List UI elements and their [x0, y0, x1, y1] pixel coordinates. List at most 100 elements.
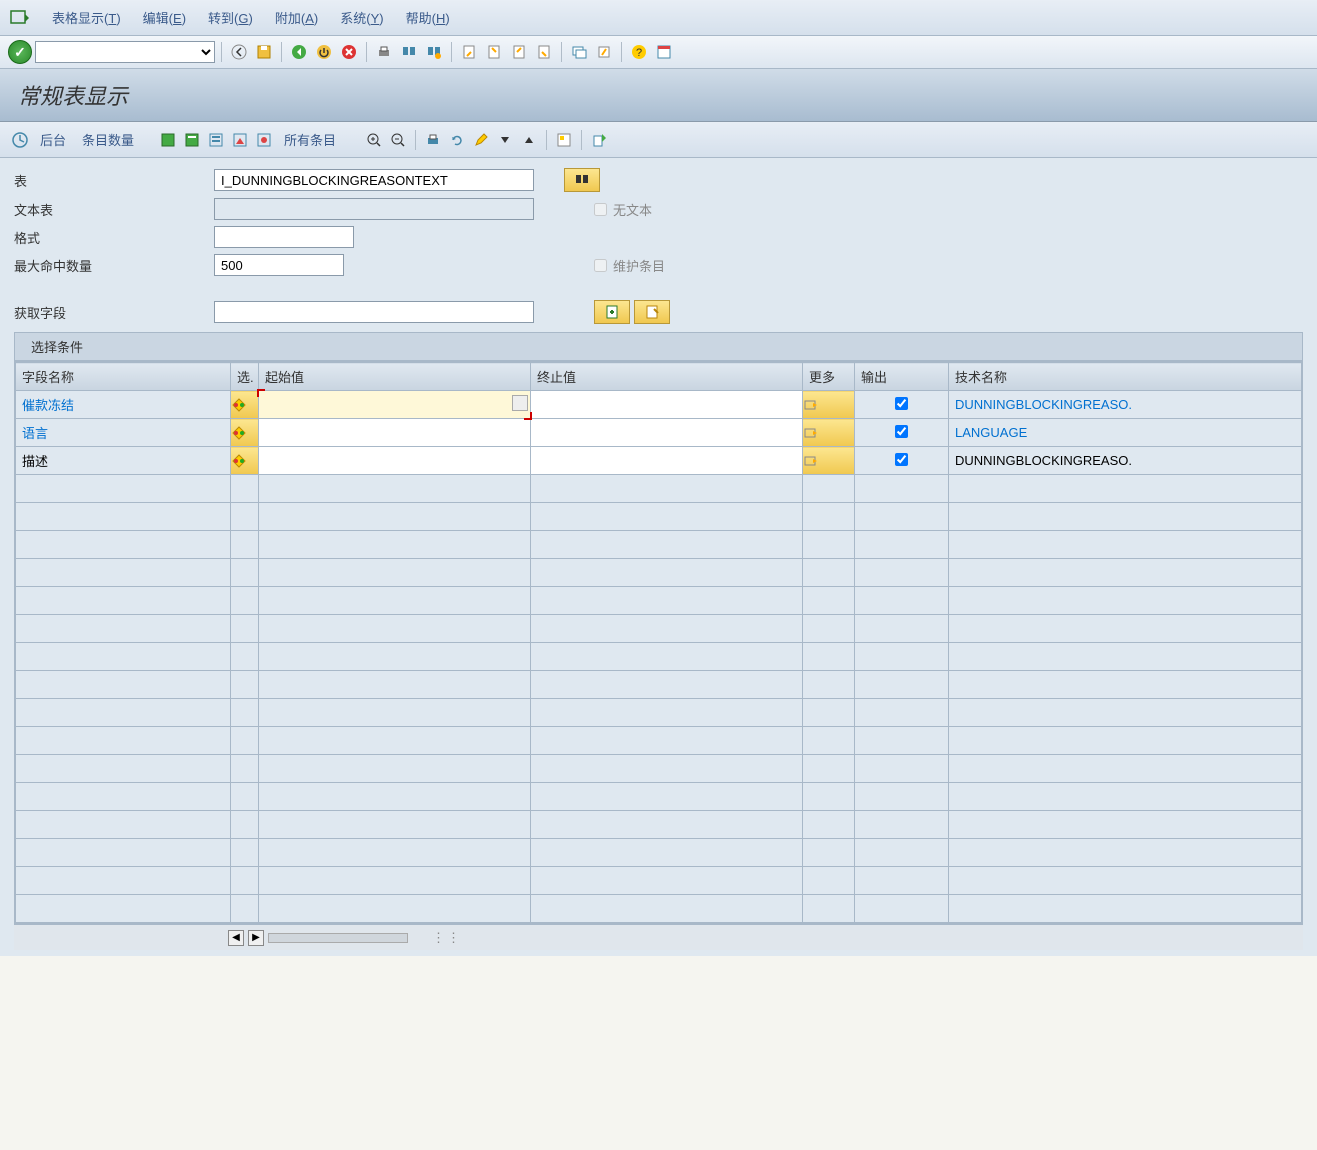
zoom-out-icon[interactable]	[388, 130, 408, 150]
tech-name-cell: DUNNINGBLOCKINGREASO.	[949, 449, 1301, 472]
standard-toolbar: ?	[0, 36, 1317, 69]
scroll-track[interactable]	[268, 933, 408, 943]
f4-help-icon[interactable]	[512, 395, 528, 411]
table-row-empty	[16, 755, 1302, 783]
exit-icon[interactable]	[313, 41, 335, 63]
scroll-right-icon[interactable]: ▶	[248, 930, 264, 946]
print-icon[interactable]	[373, 41, 395, 63]
to-value-input[interactable]	[531, 419, 803, 447]
export-icon[interactable]	[589, 130, 609, 150]
field-name-cell: 描述	[16, 447, 230, 474]
prev-page-icon[interactable]	[483, 41, 505, 63]
table-row-empty	[16, 587, 1302, 615]
label-get-fields: 获取字段	[14, 303, 214, 322]
variant-icon[interactable]	[554, 130, 574, 150]
label-table: 表	[14, 171, 214, 190]
background-button[interactable]: 后台	[34, 128, 72, 151]
menu-system[interactable]: 系统(Y)	[340, 8, 383, 27]
to-value-input[interactable]	[531, 391, 803, 419]
col-output[interactable]: 输出	[855, 363, 949, 391]
output-checkbox[interactable]	[895, 397, 908, 410]
table-row-empty	[16, 559, 1302, 587]
multiple-selection-button[interactable]	[803, 391, 855, 419]
remove-fields-button[interactable]	[634, 300, 670, 324]
dropdown-icon[interactable]	[495, 130, 515, 150]
selection-grid: 字段名称 选. 起始值 终止值 更多 输出 技术名称 催款冻结 DUNNINGBL…	[14, 361, 1303, 924]
table-row: 描述 DUNNINGBLOCKINGREASO.	[16, 447, 1302, 475]
all-entries-button[interactable]: 所有条目	[278, 128, 342, 151]
zoom-in-icon[interactable]	[364, 130, 384, 150]
multiple-selection-button[interactable]	[803, 447, 855, 475]
input-text-table	[214, 198, 534, 220]
tb-icon-2[interactable]	[182, 130, 202, 150]
menu-table-display[interactable]: 表格显示(T)	[52, 8, 121, 27]
col-tech-name[interactable]: 技术名称	[949, 363, 1302, 391]
menu-edit[interactable]: 编辑(E)	[143, 8, 186, 27]
table-row-empty	[16, 783, 1302, 811]
col-select[interactable]: 选.	[231, 363, 259, 391]
entry-count-button[interactable]: 条目数量	[76, 128, 140, 151]
shortcut-icon[interactable]	[593, 41, 615, 63]
new-session-icon[interactable]	[568, 41, 590, 63]
table-row-empty	[16, 503, 1302, 531]
tb-icon-3[interactable]	[206, 130, 226, 150]
col-from[interactable]: 起始值	[259, 363, 531, 391]
table-row-empty	[16, 811, 1302, 839]
multiple-selection-button[interactable]	[803, 419, 855, 447]
select-option-button[interactable]	[231, 447, 259, 475]
col-field-name[interactable]: 字段名称	[16, 363, 231, 391]
table-row-empty	[16, 699, 1302, 727]
enter-button[interactable]	[8, 40, 32, 64]
cancel-icon[interactable]	[338, 41, 360, 63]
menu-extras[interactable]: 附加(A)	[275, 8, 318, 27]
print-2-icon[interactable]	[423, 130, 443, 150]
input-max-hits[interactable]	[214, 254, 344, 276]
section-selection-conditions: 选择条件	[14, 332, 1303, 361]
help-icon[interactable]: ?	[628, 41, 650, 63]
svg-text:?: ?	[636, 47, 642, 59]
tech-name-cell: DUNNINGBLOCKINGREASO.	[949, 393, 1301, 416]
up-icon[interactable]	[519, 130, 539, 150]
from-value-input[interactable]	[259, 447, 531, 475]
from-value-input[interactable]	[259, 419, 531, 447]
col-more[interactable]: 更多	[803, 363, 855, 391]
input-format[interactable]	[214, 226, 354, 248]
find-icon[interactable]	[398, 41, 420, 63]
resize-grip-icon[interactable]: ⋮⋮	[432, 930, 462, 946]
field-name-cell[interactable]: 语言	[16, 419, 230, 446]
tb-icon-5[interactable]	[254, 130, 274, 150]
last-page-icon[interactable]	[533, 41, 555, 63]
col-to[interactable]: 终止值	[531, 363, 803, 391]
input-get-fields[interactable]	[214, 301, 534, 323]
select-option-button[interactable]	[231, 391, 259, 419]
menu-bar: 表格显示(T) 编辑(E) 转到(G) 附加(A) 系统(Y) 帮助(H)	[0, 0, 1317, 36]
first-page-icon[interactable]	[458, 41, 480, 63]
back-green-icon[interactable]	[288, 41, 310, 63]
menu-goto[interactable]: 转到(G)	[208, 8, 253, 27]
field-name-cell[interactable]: 催款冻结	[16, 391, 230, 418]
refresh-icon[interactable]	[447, 130, 467, 150]
search-table-button[interactable]	[564, 168, 600, 192]
from-value-input[interactable]	[259, 391, 531, 419]
table-row-empty	[16, 615, 1302, 643]
output-checkbox[interactable]	[895, 425, 908, 438]
back-icon[interactable]	[228, 41, 250, 63]
find-next-icon[interactable]	[423, 41, 445, 63]
input-table[interactable]	[214, 169, 534, 191]
save-icon[interactable]	[253, 41, 275, 63]
command-field[interactable]	[35, 41, 215, 63]
layout-icon[interactable]	[653, 41, 675, 63]
pencil-icon[interactable]	[471, 130, 491, 150]
select-option-button[interactable]	[231, 419, 259, 447]
insert-fields-button[interactable]	[594, 300, 630, 324]
tb-icon-4[interactable]	[230, 130, 250, 150]
execute-icon[interactable]	[10, 130, 30, 150]
next-page-icon[interactable]	[508, 41, 530, 63]
table-row-empty	[16, 475, 1302, 503]
tb-icon-1[interactable]	[158, 130, 178, 150]
app-menu-icon[interactable]	[10, 10, 30, 26]
output-checkbox[interactable]	[895, 453, 908, 466]
menu-help[interactable]: 帮助(H)	[406, 8, 450, 27]
to-value-input[interactable]	[531, 447, 803, 475]
scroll-left-icon[interactable]: ◀	[228, 930, 244, 946]
